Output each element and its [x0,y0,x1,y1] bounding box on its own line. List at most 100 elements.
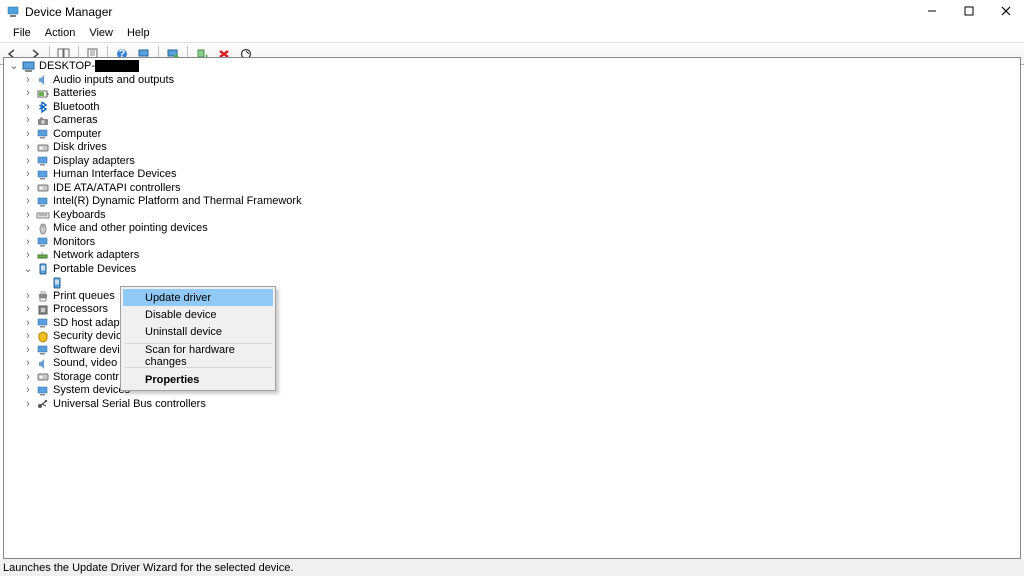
tree-item[interactable]: › Intel(R) Dynamic Platform and Thermal F… [8,195,1020,209]
tree-item-label: Monitors [53,236,95,250]
tree-item-label: Security devic [53,330,121,344]
maximize-button[interactable] [950,0,987,22]
tree-item[interactable]: ›Computer [8,128,1020,142]
menu-help[interactable]: Help [120,25,157,41]
expand-icon[interactable]: › [22,358,34,370]
tree-item-label: Software devi [53,344,120,358]
menu-bar: File Action View Help [0,23,1024,42]
context-uninstall-device[interactable]: Uninstall device [123,323,273,340]
tree-item[interactable]: ⌄ Portable Devices [8,263,1020,277]
expand-icon[interactable]: › [22,371,34,383]
tree-item-label: IDE ATA/ATAPI controllers [53,182,181,196]
expand-icon[interactable]: › [22,398,34,410]
collapse-icon[interactable]: ⌄ [22,263,34,275]
tree-root-node[interactable]: ⌄ DESKTOP-XXXXXX [8,60,1020,74]
menu-action[interactable]: Action [38,25,83,41]
expand-icon[interactable]: › [22,209,34,221]
device-category-icon [35,168,50,181]
expand-icon[interactable]: › [22,385,34,397]
device-category-icon [35,344,50,357]
expand-icon[interactable]: › [22,196,34,208]
expand-icon[interactable]: › [22,169,34,181]
close-button[interactable] [987,0,1024,22]
expand-icon[interactable]: › [22,182,34,194]
tree-item[interactable]: › Universal Serial Bus controllers [8,398,1020,412]
expand-icon[interactable]: › [22,115,34,127]
context-update-driver[interactable]: Update driver [123,289,273,306]
expand-icon[interactable]: › [22,236,34,248]
tree-item[interactable]: › Monitors [8,236,1020,250]
expand-icon[interactable]: › [22,142,34,154]
device-category-icon [35,114,50,127]
context-properties[interactable]: Properties [123,371,273,388]
minimize-button[interactable] [913,0,950,22]
context-disable-device[interactable]: Disable device [123,306,273,323]
window-controls [913,0,1024,23]
device-category-icon [35,236,50,249]
tree-item-label: Universal Serial Bus controllers [53,398,206,412]
tree-item-label: Bluetooth [53,101,99,115]
tree-item[interactable]: › Cameras [8,114,1020,128]
device-category-icon [35,384,50,397]
expand-icon[interactable]: › [22,317,34,329]
computer-icon [21,60,36,73]
tree-item[interactable]: › Audio inputs and outputs [8,74,1020,88]
expand-icon[interactable]: › [22,101,34,113]
device-category-icon [35,330,50,343]
device-category-icon [35,155,50,168]
device-category-icon [35,182,50,195]
menu-file[interactable]: File [6,25,38,41]
expand-icon[interactable]: › [22,250,34,262]
tree-item-label: Storage contr [53,371,119,385]
tree-item[interactable]: › Keyboards [8,209,1020,223]
tree-item[interactable]: ›Network adapters [8,249,1020,263]
tree-item-label: Intel(R) Dynamic Platform and Thermal Fr… [53,195,302,209]
expand-icon[interactable]: › [22,74,34,86]
expand-icon[interactable]: › [22,344,34,356]
context-menu: Update driver Disable device Uninstall d… [120,286,276,391]
tree-item[interactable]: › Disk drives [8,141,1020,155]
context-scan-hardware[interactable]: Scan for hardware changes [123,347,273,364]
tree-item-label: Portable Devices [53,263,136,277]
title-bar: Device Manager [0,0,1024,23]
tree-item[interactable]: ›Batteries [8,87,1020,101]
tree-item-label: Keyboards [53,209,106,223]
tree-item[interactable]: › Bluetooth [8,101,1020,115]
status-bar: Launches the Update Driver Wizard for th… [0,559,1024,576]
expand-icon[interactable]: › [22,304,34,316]
device-category-icon [35,398,50,411]
tree-item[interactable]: › Display adapters [8,155,1020,169]
expand-icon[interactable]: › [22,331,34,343]
tree-root-label: DESKTOP-XXXXXX [39,60,139,74]
device-category-icon [35,290,50,303]
menu-view[interactable]: View [82,25,120,41]
tree-item[interactable]: › Human Interface Devices [8,168,1020,182]
expand-icon[interactable]: › [22,223,34,235]
tree-item-label: Audio inputs and outputs [53,74,174,88]
device-category-icon [35,263,50,276]
device-category-icon [35,87,50,100]
expand-icon[interactable]: ⌄ [8,61,20,73]
tree-item-label: Display adapters [53,155,135,169]
tree-item-label: Sound, video [53,357,117,371]
device-category-icon [35,357,50,370]
tree-item-label: Print queues [53,290,115,304]
tree-item-label: Disk drives [53,141,107,155]
app-icon [6,5,20,19]
tree-item[interactable]: › Mice and other pointing devices [8,222,1020,236]
tree-item-label: SD host adapt [53,317,123,331]
tree-item[interactable]: › IDE ATA/ATAPI controllers [8,182,1020,196]
tree-item-label: Processors [53,303,108,317]
device-category-icon [35,128,50,141]
device-category-icon [35,209,50,222]
device-category-icon [49,276,64,289]
tree-item-label: Cameras [53,114,98,128]
tree-item-label: Human Interface Devices [53,168,177,182]
device-category-icon [35,371,50,384]
device-category-icon [35,222,50,235]
tree-item-label: Mice and other pointing devices [53,222,208,236]
expand-icon[interactable]: › [22,128,34,140]
expand-icon[interactable]: › [22,155,34,167]
expand-icon[interactable]: › [22,88,34,100]
expand-icon[interactable]: › [22,290,34,302]
